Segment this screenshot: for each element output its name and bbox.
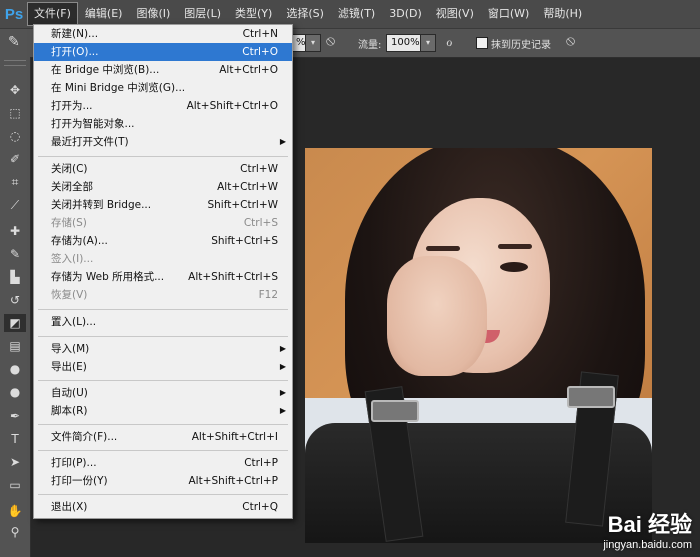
photo-buckle (371, 400, 419, 422)
menu-item-new[interactable]: 新建(N)... Ctrl+N (34, 25, 292, 43)
panel-grip[interactable] (4, 60, 26, 66)
marquee-icon[interactable]: ⬚ (4, 104, 26, 122)
baidu-jingyan-watermark: Bai 经验 jingyan.baidu.com (603, 507, 692, 551)
menu-item-open[interactable]: 打开(O)... Ctrl+O (34, 43, 292, 61)
crop-icon[interactable]: ⌗ (4, 173, 26, 191)
menu-separator (38, 494, 288, 495)
eyedropper-icon[interactable]: ⟋ (4, 196, 26, 214)
path-select-icon[interactable]: ➤ (4, 453, 26, 471)
lasso-icon[interactable]: ◌ (4, 127, 26, 145)
flow-dropdown[interactable]: ▾ (420, 34, 436, 52)
flow-label: 流量: (358, 40, 382, 51)
submenu-arrow-icon: ▶ (279, 388, 286, 397)
menu-item-automate[interactable]: 自动(U) ▶ (34, 384, 292, 402)
menu-type[interactable]: 类型(Y) (229, 3, 278, 25)
menu-filter[interactable]: 滤镜(T) (332, 3, 381, 25)
submenu-arrow-icon: ▶ (279, 137, 286, 146)
stamp-icon[interactable]: ▙ (4, 268, 26, 286)
menu-view[interactable]: 视图(V) (430, 3, 480, 25)
pressure-opacity-icon[interactable]: ⦸ (326, 33, 335, 49)
eraser-icon[interactable]: ◩ (4, 314, 26, 332)
pressure-size-icon[interactable]: ⦸ (566, 33, 575, 49)
photo-eye (500, 262, 528, 272)
menu-item-open-as[interactable]: 打开为... Alt+Shift+Ctrl+O (34, 97, 292, 115)
photo-brow (498, 244, 532, 249)
dodge-icon[interactable]: ● (4, 383, 26, 401)
gradient-icon[interactable]: ▤ (4, 337, 26, 355)
move-icon[interactable]: ✥ (4, 81, 26, 99)
menu-item-place[interactable]: 置入(L)... (34, 313, 292, 331)
menu-item-check-in[interactable]: 签入(I)... (34, 250, 292, 268)
menu-item-scripts[interactable]: 脚本(R) ▶ (34, 402, 292, 420)
erase-history-label: 抹到历史记录 (491, 40, 551, 51)
menu-help[interactable]: 帮助(H) (537, 3, 588, 25)
menu-item-recent-files[interactable]: 最近打开文件(T) ▶ (34, 133, 292, 151)
opacity-dropdown[interactable]: ▾ (305, 34, 321, 52)
menu-item-save[interactable]: 存储(S) Ctrl+S (34, 214, 292, 232)
menu-item-file-info[interactable]: 文件简介(F)... Alt+Shift+Ctrl+I (34, 428, 292, 446)
photo-buckle (567, 386, 615, 408)
menu-item-print[interactable]: 打印(P)... Ctrl+P (34, 454, 292, 472)
photo-brow (426, 246, 460, 251)
menu-window[interactable]: 窗口(W) (482, 3, 535, 25)
menu-item-import[interactable]: 导入(M) ▶ (34, 340, 292, 358)
menu-layer[interactable]: 图层(L) (178, 3, 227, 25)
canvas-image[interactable] (305, 148, 652, 543)
zoom-icon[interactable]: ⚲ (4, 523, 26, 541)
menu-item-browse-mini-bridge[interactable]: 在 Mini Bridge 中浏览(G)... (34, 79, 292, 97)
erase-history-checkbox[interactable] (476, 37, 488, 49)
menu-file[interactable]: 文件(F) (27, 2, 78, 26)
menu-item-close[interactable]: 关闭(C) Ctrl+W (34, 160, 292, 178)
airbrush-icon[interactable]: ℴ (446, 34, 452, 50)
menu-item-save-as[interactable]: 存储为(A)... Shift+Ctrl+S (34, 232, 292, 250)
menu-item-export[interactable]: 导出(E) ▶ (34, 358, 292, 376)
history-brush-icon[interactable]: ↺ (4, 291, 26, 309)
menu-item-close-all[interactable]: 关闭全部 Alt+Ctrl+W (34, 178, 292, 196)
menu-separator (38, 424, 288, 425)
shape-icon[interactable]: ▭ (4, 476, 26, 494)
brush-icon[interactable]: ✎ (4, 245, 26, 263)
tool-preset-icon[interactable]: ✎ (8, 34, 20, 50)
menu-separator (38, 156, 288, 157)
submenu-arrow-icon: ▶ (279, 344, 286, 353)
menu-select[interactable]: 选择(S) (280, 3, 330, 25)
blur-icon[interactable]: ● (4, 360, 26, 378)
submenu-arrow-icon: ▶ (279, 362, 286, 371)
menu-separator (38, 380, 288, 381)
pen-icon[interactable]: ✒ (4, 407, 26, 425)
healing-icon[interactable]: ✚ (4, 222, 26, 240)
hand-icon[interactable]: ✋ (4, 502, 26, 520)
menu-item-save-for-web[interactable]: 存储为 Web 所用格式... Alt+Shift+Ctrl+S (34, 268, 292, 286)
photoshop-logo: Ps (4, 5, 24, 23)
menu-edit[interactable]: 编辑(E) (79, 3, 129, 25)
menu-item-open-smart-object[interactable]: 打开为智能对象... (34, 115, 292, 133)
menu-image[interactable]: 图像(I) (130, 3, 176, 25)
menu-separator (38, 309, 288, 310)
watermark-url: jingyan.baidu.com (603, 539, 692, 551)
photo-hand (387, 256, 487, 376)
menu-item-browse-bridge[interactable]: 在 Bridge 中浏览(B)... Alt+Ctrl+O (34, 61, 292, 79)
watermark-main: Bai 经验 (607, 512, 692, 537)
flow-field[interactable]: 100% (386, 34, 424, 52)
type-icon[interactable]: T (4, 430, 26, 448)
submenu-arrow-icon: ▶ (279, 406, 286, 415)
quick-select-icon[interactable]: ✐ (4, 150, 26, 168)
menu-3d[interactable]: 3D(D) (383, 3, 428, 25)
menu-item-close-go-bridge[interactable]: 关闭并转到 Bridge... Shift+Ctrl+W (34, 196, 292, 214)
menu-item-exit[interactable]: 退出(X) Ctrl+Q (34, 498, 292, 516)
file-menu-dropdown: 新建(N)... Ctrl+N 打开(O)... Ctrl+O 在 Bridge… (33, 24, 293, 519)
menu-separator (38, 450, 288, 451)
menu-separator (38, 336, 288, 337)
tools-panel: ✥ ⬚ ◌ ✐ ⌗ ⟋ ✚ ✎ ▙ ↺ ◩ ▤ ● ● ✒ T ➤ ▭ ✋ ⚲ (0, 57, 31, 557)
menu-item-revert[interactable]: 恢复(V) F12 (34, 286, 292, 304)
menu-item-print-one-copy[interactable]: 打印一份(Y) Alt+Shift+Ctrl+P (34, 472, 292, 490)
